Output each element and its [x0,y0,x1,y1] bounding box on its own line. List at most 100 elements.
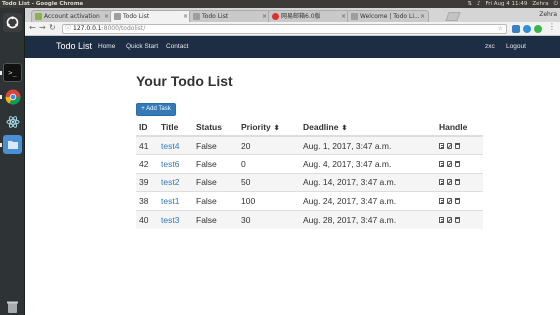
trash-icon[interactable] [455,179,460,186]
bookmark-star-icon[interactable]: ☆ [498,25,503,33]
tab-favicon [35,13,42,20]
close-tab-icon[interactable]: × [420,11,425,22]
nav-home[interactable]: Home [98,43,115,50]
atom-icon[interactable] [3,112,22,131]
menu-icon[interactable]: ⋮ [548,22,556,31]
table-row: 41 test4 False 20 Aug. 1, 2017, 3:47 a.m… [136,135,483,155]
reload-icon[interactable]: ↻ [49,23,56,32]
header-title: Title [158,119,193,137]
cell-priority: 50 [238,172,300,192]
new-tab-button[interactable] [445,12,461,21]
sort-icon[interactable]: ⬍ [341,125,347,132]
trash-icon[interactable] [455,160,460,167]
task-title-link[interactable]: test6 [161,159,179,169]
table-row: 39 test2 False 50 Aug. 14, 2017, 3:47 a.… [136,172,483,192]
header-handle: Handle [436,119,483,137]
ubuntu-dash-icon[interactable] [3,13,22,32]
detail-icon[interactable] [439,216,444,223]
info-icon[interactable]: ⓘ [65,25,71,33]
browser-tab-strip: Account activation × Todo List × Todo Li… [25,8,560,22]
cell-handle [436,191,483,210]
cell-title: test3 [158,209,193,229]
chrome-icon[interactable] [3,87,22,106]
header-id: ID [136,119,158,137]
cell-id: 42 [136,154,158,173]
cell-title: test2 [158,172,193,192]
volume-icon[interactable]: ♪ [477,0,481,8]
tab-favicon [114,13,121,20]
nav-contact[interactable]: Contact [166,43,188,50]
header-priority[interactable]: Priority ⬍ [238,119,300,137]
table-row: 40 test3 False 30 Aug. 28, 2017, 3:47 a.… [136,209,483,229]
detail-icon[interactable] [439,179,444,186]
cell-handle [436,172,483,192]
cell-deadline: Aug. 1, 2017, 3:47 a.m. [300,135,436,155]
cell-handle [436,209,483,229]
files-icon[interactable] [3,135,22,154]
cell-priority: 30 [238,209,300,229]
extension-icon[interactable] [523,25,531,33]
close-tab-icon[interactable]: × [183,11,188,22]
cell-id: 38 [136,191,158,210]
cell-handle [436,135,483,155]
tab-netease-mail[interactable]: 网易邮箱6.0版 × [268,10,350,22]
site-navbar: Todo List Home Quick Start Contact zxc L… [25,36,560,58]
task-title-link[interactable]: test4 [161,141,179,151]
task-title-link[interactable]: test2 [161,177,179,187]
address-bar[interactable]: ⓘ 127.0.0.1:8000/todolist/ ☆ [62,24,507,34]
tab-favicon [351,13,358,20]
task-title-link[interactable]: test1 [161,196,179,206]
tab-account-activation[interactable]: Account activation × [31,10,113,22]
user-name[interactable]: Zehra [532,0,548,8]
edit-icon[interactable] [447,142,452,149]
trash-icon[interactable] [455,142,460,149]
network-icon[interactable]: ⇅ [467,0,472,8]
edit-icon[interactable] [447,160,452,167]
cell-status: False [193,154,238,173]
cell-status: False [193,172,238,192]
system-tray: ⇅ ♪ Fri Aug 4 11:49 Zehra ⏻ [467,0,558,8]
detail-icon[interactable] [439,142,444,149]
cell-priority: 0 [238,154,300,173]
detail-icon[interactable] [439,197,444,204]
ubuntu-launcher: >_ [0,8,25,315]
close-tab-icon[interactable]: × [262,11,267,22]
tab-favicon [193,13,200,20]
window-title: Todo List - Google Chrome [2,1,84,7]
close-tab-icon[interactable]: × [104,11,109,22]
add-task-button[interactable]: + Add Task [136,103,176,116]
cell-status: False [193,135,238,155]
header-status: Status [193,119,238,137]
cell-deadline: Aug. 24, 2017, 3:47 a.m. [300,191,436,210]
sort-icon[interactable]: ⬍ [274,125,280,132]
trash-bin-icon[interactable] [3,298,22,315]
tab-todo-list[interactable]: Todo List × [189,10,271,22]
forward-icon[interactable]: → [39,23,46,32]
terminal-icon[interactable]: >_ [3,63,22,82]
power-icon[interactable]: ⏻ [554,0,558,8]
close-tab-icon[interactable]: × [341,11,346,22]
trash-icon[interactable] [455,197,460,204]
site-brand[interactable]: Todo List [56,41,92,51]
cell-title: test1 [158,191,193,210]
tab-todo-list-active[interactable]: Todo List × [110,10,192,22]
nav-quick-start[interactable]: Quick Start [126,43,158,50]
extension-icon[interactable] [534,25,542,33]
nav-logout[interactable]: Logout [506,43,526,50]
header-deadline[interactable]: Deadline ⬍ [300,119,436,137]
back-icon[interactable]: ← [29,23,36,32]
detail-icon[interactable] [439,160,444,167]
edit-icon[interactable] [447,216,452,223]
profile-name[interactable]: Zehra [539,11,557,18]
edit-icon[interactable] [447,197,452,204]
task-title-link[interactable]: test3 [161,215,179,225]
tab-welcome[interactable]: Welcome | Todo Li... × [347,10,429,22]
page-title: Your Todo List [136,73,233,89]
nav-user[interactable]: zxc [485,43,495,50]
clock[interactable]: Fri Aug 4 11:49 [485,0,527,8]
extension-icon[interactable] [512,25,520,33]
trash-icon[interactable] [455,216,460,223]
cell-deadline: Aug. 14, 2017, 3:47 a.m. [300,172,436,192]
edit-icon[interactable] [447,179,452,186]
cell-id: 41 [136,135,158,155]
